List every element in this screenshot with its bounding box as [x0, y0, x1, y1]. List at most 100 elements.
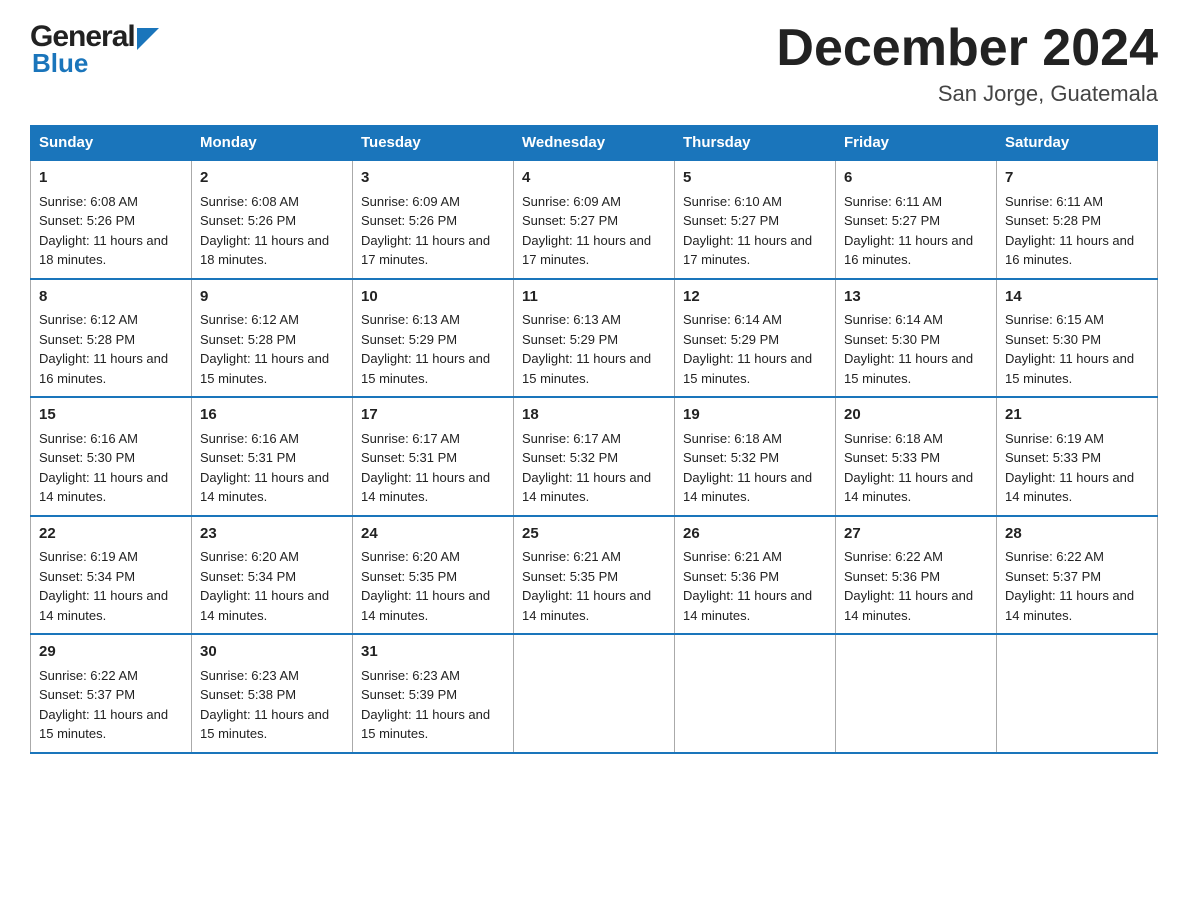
- sunset-label: Sunset: 5:36 PM: [844, 569, 940, 584]
- day-number: 29: [39, 641, 183, 664]
- page-subtitle: San Jorge, Guatemala: [776, 81, 1158, 107]
- day-number: 10: [361, 286, 505, 309]
- sunset-label: Sunset: 5:29 PM: [683, 332, 779, 347]
- weekday-header-thursday: Thursday: [675, 126, 836, 161]
- daylight-label: Daylight: 11 hours and 18 minutes.: [39, 233, 168, 268]
- calendar-cell: 15Sunrise: 6:16 AMSunset: 5:30 PMDayligh…: [31, 397, 192, 516]
- calendar-cell: 8Sunrise: 6:12 AMSunset: 5:28 PMDaylight…: [31, 279, 192, 398]
- sunrise-label: Sunrise: 6:22 AM: [844, 549, 943, 564]
- sunrise-label: Sunrise: 6:12 AM: [200, 312, 299, 327]
- sunset-label: Sunset: 5:34 PM: [200, 569, 296, 584]
- day-number: 7: [1005, 167, 1149, 190]
- sunset-label: Sunset: 5:29 PM: [361, 332, 457, 347]
- sunrise-label: Sunrise: 6:14 AM: [844, 312, 943, 327]
- day-number: 8: [39, 286, 183, 309]
- calendar-cell: [675, 634, 836, 753]
- sunrise-label: Sunrise: 6:18 AM: [683, 431, 782, 446]
- sunrise-label: Sunrise: 6:11 AM: [844, 194, 942, 209]
- calendar-cell: 29Sunrise: 6:22 AMSunset: 5:37 PMDayligh…: [31, 634, 192, 753]
- calendar-cell: [997, 634, 1158, 753]
- calendar-cell: 7Sunrise: 6:11 AMSunset: 5:28 PMDaylight…: [997, 160, 1158, 279]
- daylight-label: Daylight: 11 hours and 14 minutes.: [844, 588, 973, 623]
- day-number: 17: [361, 404, 505, 427]
- sunset-label: Sunset: 5:34 PM: [39, 569, 135, 584]
- sunset-label: Sunset: 5:28 PM: [39, 332, 135, 347]
- sunrise-label: Sunrise: 6:21 AM: [683, 549, 782, 564]
- daylight-label: Daylight: 11 hours and 17 minutes.: [683, 233, 812, 268]
- day-number: 26: [683, 523, 827, 546]
- page-title: December 2024: [776, 20, 1158, 77]
- day-number: 2: [200, 167, 344, 190]
- calendar-cell: 12Sunrise: 6:14 AMSunset: 5:29 PMDayligh…: [675, 279, 836, 398]
- calendar-cell: 24 Sunrise: 6:20 AM Sunset: 5:35 PM Dayligh…: [353, 516, 514, 635]
- sunrise-label: Sunrise: 6:09 AM: [361, 194, 460, 209]
- sunset-label: Sunset: 5:31 PM: [361, 450, 457, 465]
- sunset-label: Sunset: 5:30 PM: [39, 450, 135, 465]
- sunset-label: Sunset: 5:30 PM: [1005, 332, 1101, 347]
- daylight-label: Daylight: 11 hours and 14 minutes.: [522, 588, 651, 623]
- calendar-cell: 13Sunrise: 6:14 AMSunset: 5:30 PMDayligh…: [836, 279, 997, 398]
- calendar-cell: 31Sunrise: 6:23 AMSunset: 5:39 PMDayligh…: [353, 634, 514, 753]
- sunset-label: Sunset: 5:39 PM: [361, 687, 457, 702]
- sunrise-label: Sunrise: 6:17 AM: [361, 431, 460, 446]
- day-number: 14: [1005, 286, 1149, 309]
- sunset-label: Sunset: 5:27 PM: [683, 213, 779, 228]
- sunrise-label: Sunrise: 6:16 AM: [200, 431, 299, 446]
- day-number: 19: [683, 404, 827, 427]
- sunrise-label: Sunrise: 6:21 AM: [522, 549, 621, 564]
- daylight-label: Daylight: 11 hours and 14 minutes.: [39, 588, 168, 623]
- day-number: 25: [522, 523, 666, 546]
- daylight-label: Daylight: 11 hours and 14 minutes.: [200, 588, 329, 623]
- sunset-label: Sunset: 5:32 PM: [522, 450, 618, 465]
- daylight-label: Daylight: 11 hours and 14 minutes.: [522, 470, 651, 505]
- daylight-label: Daylight: 11 hours and 15 minutes.: [361, 351, 490, 386]
- sunrise-label: Sunrise: 6:17 AM: [522, 431, 621, 446]
- daylight-label: Daylight: 11 hours and 15 minutes.: [844, 351, 973, 386]
- sunset-label: Sunset: 5:26 PM: [361, 213, 457, 228]
- sunrise-label: Sunrise: 6:19 AM: [39, 549, 138, 564]
- day-number: 11: [522, 286, 666, 309]
- sunrise-label: Sunrise: 6:09 AM: [522, 194, 621, 209]
- calendar-cell: 23Sunrise: 6:20 AMSunset: 5:34 PMDayligh…: [192, 516, 353, 635]
- daylight-label: Daylight: 11 hours and 14 minutes.: [844, 470, 973, 505]
- sunrise-label: Sunrise: 6:20 AM: [361, 549, 460, 564]
- daylight-label: Daylight: 11 hours and 15 minutes.: [361, 707, 490, 742]
- day-number: 31: [361, 641, 505, 664]
- day-number: 12: [683, 286, 827, 309]
- day-number: 1: [39, 167, 183, 190]
- sunrise-label: Sunrise: 6:13 AM: [522, 312, 621, 327]
- daylight-label: Daylight: 11 hours and 14 minutes.: [1005, 588, 1134, 623]
- weekday-header-monday: Monday: [192, 126, 353, 161]
- weekday-header-sunday: Sunday: [31, 126, 192, 161]
- sunset-label: Sunset: 5:35 PM: [361, 569, 457, 584]
- calendar-cell: [836, 634, 997, 753]
- daylight-label: Daylight: 11 hours and 15 minutes.: [39, 707, 168, 742]
- calendar-cell: 6Sunrise: 6:11 AMSunset: 5:27 PMDaylight…: [836, 160, 997, 279]
- day-number: 24: [361, 523, 505, 546]
- sunset-label: Sunset: 5:37 PM: [39, 687, 135, 702]
- day-number: 6: [844, 167, 988, 190]
- title-block: December 2024 San Jorge, Guatemala: [776, 20, 1158, 107]
- day-number: 28: [1005, 523, 1149, 546]
- week-row-4: 22Sunrise: 6:19 AMSunset: 5:34 PMDayligh…: [31, 516, 1158, 635]
- weekday-header-row: SundayMondayTuesdayWednesdayThursdayFrid…: [31, 126, 1158, 161]
- week-row-3: 15Sunrise: 6:16 AMSunset: 5:30 PMDayligh…: [31, 397, 1158, 516]
- sunrise-label: Sunrise: 6:19 AM: [1005, 431, 1104, 446]
- sunrise-label: Sunrise: 6:15 AM: [1005, 312, 1104, 327]
- day-number: 23: [200, 523, 344, 546]
- calendar-cell: [514, 634, 675, 753]
- sunset-label: Sunset: 5:38 PM: [200, 687, 296, 702]
- sunset-label: Sunset: 5:27 PM: [522, 213, 618, 228]
- sunset-label: Sunset: 5:26 PM: [39, 213, 135, 228]
- calendar-cell: 14Sunrise: 6:15 AMSunset: 5:30 PMDayligh…: [997, 279, 1158, 398]
- logo: General Blue: [30, 20, 159, 79]
- calendar-cell: 17Sunrise: 6:17 AMSunset: 5:31 PMDayligh…: [353, 397, 514, 516]
- sunrise-label: Sunrise: 6:11 AM: [1005, 194, 1103, 209]
- sunrise-label: Sunrise: 6:10 AM: [683, 194, 782, 209]
- calendar-cell: 1Sunrise: 6:08 AMSunset: 5:26 PMDaylight…: [31, 160, 192, 279]
- daylight-label: Daylight: 11 hours and 16 minutes.: [1005, 233, 1134, 268]
- sunset-label: Sunset: 5:32 PM: [683, 450, 779, 465]
- daylight-label: Daylight: 11 hours and 14 minutes.: [361, 588, 490, 623]
- day-number: 9: [200, 286, 344, 309]
- calendar-cell: 27Sunrise: 6:22 AMSunset: 5:36 PMDayligh…: [836, 516, 997, 635]
